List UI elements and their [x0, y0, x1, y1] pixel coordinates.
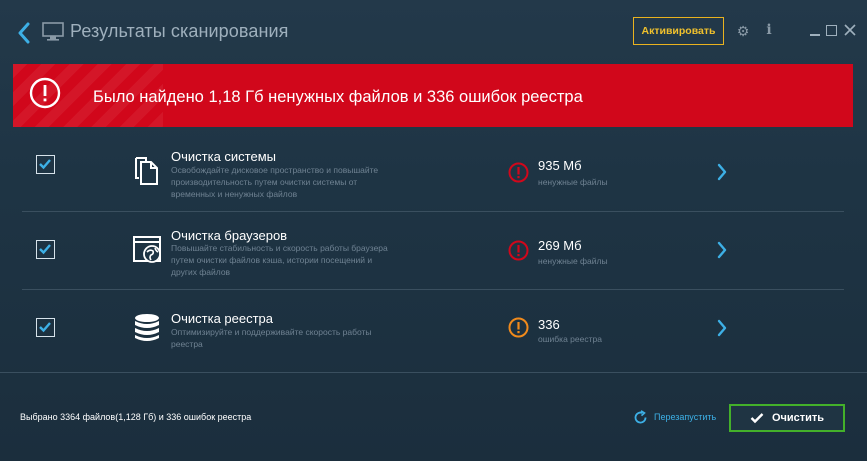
- info-icon[interactable]: i: [764, 22, 774, 40]
- scan-results-window: Результаты сканирования Активировать ⚙ i…: [0, 0, 867, 461]
- maximize-button[interactable]: [826, 25, 837, 36]
- error-icon: [508, 162, 529, 183]
- back-arrow-icon[interactable]: [14, 20, 34, 46]
- chevron-right-icon[interactable]: [716, 319, 728, 337]
- row-title: Очистка системы: [171, 149, 276, 164]
- selection-summary: Выбрано 3364 файлов(1,128 Гб) и 336 ошиб…: [20, 412, 252, 422]
- restart-icon[interactable]: [633, 410, 648, 425]
- registry-cleanup-checkbox[interactable]: [36, 318, 55, 337]
- row-title: Очистка браузеров: [171, 228, 288, 243]
- row-title: Очистка реестра: [171, 311, 274, 326]
- browser-icon: [132, 234, 164, 266]
- alert-banner: Было найдено 1,18 Гб ненужных файлов и 3…: [13, 64, 853, 127]
- files-icon: [132, 155, 164, 187]
- list-item-registry-cleanup: Очистка реестра Оптимизируйте и поддержи…: [22, 290, 844, 368]
- registry-database-icon: [132, 312, 164, 344]
- row-value: 935 Мб: [538, 158, 582, 173]
- gear-icon[interactable]: ⚙: [736, 24, 750, 38]
- row-description: Освобождайте дисковое пространство и пов…: [171, 165, 379, 199]
- row-value: 269 Мб: [538, 238, 582, 253]
- chevron-right-icon[interactable]: [716, 163, 728, 181]
- row-description: Оптимизируйте и поддерживайте скорость р…: [171, 327, 372, 349]
- minimize-button[interactable]: [809, 22, 821, 38]
- row-description: Повышайте стабильность и скорость работы…: [171, 243, 388, 277]
- close-button[interactable]: [843, 22, 857, 38]
- warning-icon: [508, 317, 529, 338]
- checkmark-icon: [750, 413, 764, 424]
- row-value: 336: [538, 317, 560, 332]
- restart-link[interactable]: Перезапустить: [654, 412, 716, 422]
- alert-icon: [29, 77, 61, 109]
- activate-button[interactable]: Активировать: [633, 17, 724, 45]
- row-unit: ненужные файлы: [538, 177, 608, 187]
- footer-divider: [0, 372, 867, 373]
- row-unit: ошибка реестра: [538, 334, 602, 344]
- title-bar: Результаты сканирования Активировать ⚙ i: [0, 0, 867, 64]
- clean-button[interactable]: Очистить: [729, 404, 845, 432]
- chevron-right-icon[interactable]: [716, 241, 728, 259]
- browser-cleanup-checkbox[interactable]: [36, 240, 55, 259]
- monitor-icon: [42, 22, 64, 42]
- system-cleanup-checkbox[interactable]: [36, 155, 55, 174]
- page-title: Результаты сканирования: [70, 21, 289, 41]
- banner-message: Было найдено 1,18 Гб ненужных файлов и 3…: [93, 88, 583, 106]
- error-icon: [508, 240, 529, 261]
- clean-button-label: Очистить: [771, 412, 825, 424]
- row-unit: ненужные файлы: [538, 256, 608, 266]
- list-item-browser-cleanup: Очистка браузеров Повышайте стабильность…: [22, 212, 844, 290]
- list-item-system-cleanup: Очистка системы Освобождайте дисковое пр…: [22, 134, 844, 212]
